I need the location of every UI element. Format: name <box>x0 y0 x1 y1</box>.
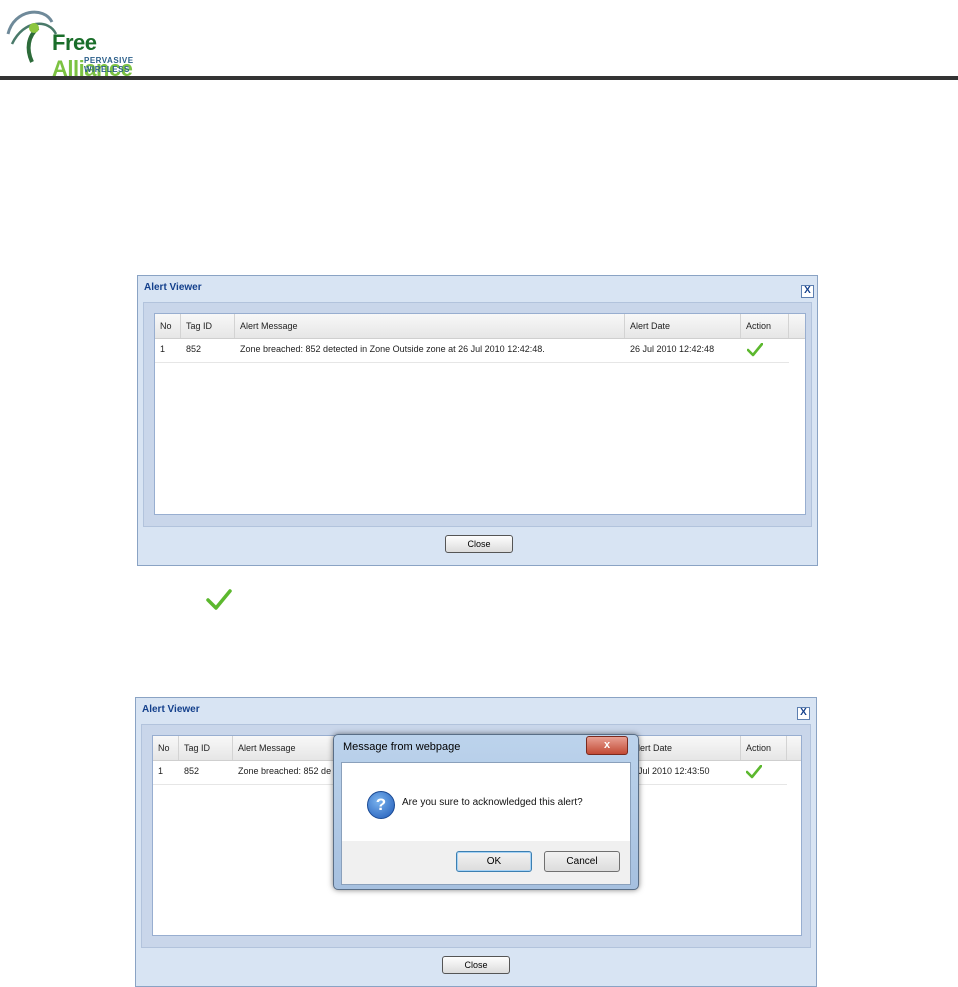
col-header-alert-message[interactable]: Alert Message <box>235 314 625 338</box>
grid-header: No Tag ID Alert Message Alert Date Actio… <box>155 314 805 339</box>
dialog-body: ? Are you sure to acknowledged this aler… <box>341 762 631 885</box>
cancel-button[interactable]: Cancel <box>544 851 620 872</box>
close-button[interactable]: Close <box>442 956 510 974</box>
cell-alert-date: 26 Jul 2010 12:42:48 <box>630 344 715 354</box>
company-logo: Free Alliance PERVASIVE WIRELESS <box>4 4 174 81</box>
cell-alert-date: Jul 2010 12:43:50 <box>638 766 710 776</box>
window-title: Alert Viewer <box>144 282 202 293</box>
row-divider <box>155 362 789 363</box>
dialog-message: Are you sure to acknowledged this alert? <box>402 797 583 808</box>
acknowledge-check-icon[interactable] <box>747 343 763 357</box>
dialog-message-area: ? Are you sure to acknowledged this aler… <box>342 763 630 841</box>
cell-alert-message: Zone breached: 852 detected in Zone Outs… <box>240 344 545 354</box>
acknowledge-check-icon <box>206 589 232 610</box>
question-icon: ? <box>367 791 395 819</box>
cell-no: 1 <box>160 344 166 354</box>
close-icon[interactable]: X <box>797 707 810 720</box>
col-header-alert-date[interactable]: Alert Date <box>625 314 741 338</box>
cell-no: 1 <box>158 766 164 776</box>
alert-viewer-window: Alert Viewer X No Tag ID Alert Message A… <box>137 275 818 566</box>
cell-tag-id: 852 <box>184 766 200 776</box>
alert-grid: No Tag ID Alert Message Alert Date Actio… <box>154 313 806 515</box>
close-button[interactable]: Close <box>445 535 513 553</box>
dialog-title: Message from webpage <box>343 741 461 753</box>
confirm-dialog: Message from webpage x ? Are you sure to… <box>333 734 639 890</box>
header-divider <box>0 76 958 80</box>
logo-tagline: PERVASIVE WIRELESS <box>84 56 134 74</box>
close-icon[interactable]: X <box>801 285 814 298</box>
col-header-action[interactable]: Action <box>741 736 787 760</box>
window-content: No Tag ID Alert Message Alert Date Actio… <box>143 302 812 527</box>
ok-button[interactable]: OK <box>456 851 532 872</box>
col-header-tag-id[interactable]: Tag ID <box>179 736 233 760</box>
col-header-tag-id[interactable]: Tag ID <box>181 314 235 338</box>
acknowledge-check-icon[interactable] <box>746 765 762 779</box>
col-header-alert-date[interactable]: lert Date <box>633 736 741 760</box>
col-header-no[interactable]: No <box>155 314 181 338</box>
col-header-action[interactable]: Action <box>741 314 789 338</box>
logo-name-free: Free <box>52 30 97 55</box>
dialog-close-icon[interactable]: x <box>586 736 628 755</box>
cell-tag-id: 852 <box>186 344 202 354</box>
cell-alert-message: Zone breached: 852 de <box>238 766 332 776</box>
window-title: Alert Viewer <box>142 704 200 715</box>
col-header-no[interactable]: No <box>153 736 179 760</box>
